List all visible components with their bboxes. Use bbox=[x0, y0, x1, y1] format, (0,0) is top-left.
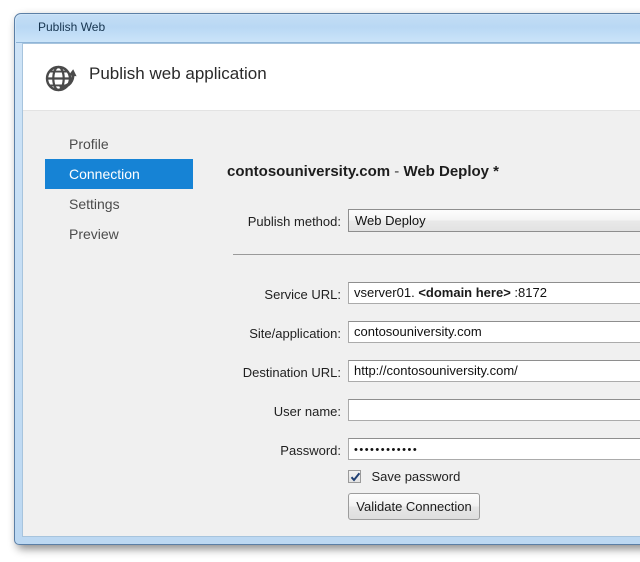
save-password-checkbox[interactable] bbox=[348, 470, 361, 483]
page-title-dirty-marker: * bbox=[489, 163, 499, 180]
dialog-header: Publish web application bbox=[23, 44, 640, 111]
service-url-value-prefix: vserver01. bbox=[354, 285, 418, 300]
sidebar-item-connection[interactable]: Connection bbox=[45, 159, 193, 189]
site-application-label: Site/application: bbox=[191, 326, 341, 341]
globe-publish-icon bbox=[43, 60, 79, 96]
page-title: contosouniversity.com - Web Deploy * bbox=[227, 163, 499, 180]
sidebar-item-settings[interactable]: Settings bbox=[45, 189, 193, 219]
password-label: Password: bbox=[191, 443, 341, 458]
site-application-input[interactable]: contosouniversity.com bbox=[348, 321, 640, 343]
save-password-row[interactable]: Save password bbox=[348, 468, 460, 486]
publish-method-value: Web Deploy bbox=[355, 213, 426, 228]
dialog-header-title: Publish web application bbox=[89, 64, 267, 84]
window-titlebar[interactable]: Publish Web bbox=[16, 15, 640, 43]
password-value: •••••••••••• bbox=[354, 444, 418, 456]
user-name-input[interactable] bbox=[348, 399, 640, 421]
sidebar-item-label: Settings bbox=[69, 196, 120, 212]
user-name-label: User name: bbox=[191, 404, 341, 419]
page-title-separator: - bbox=[390, 163, 403, 180]
service-url-label: Service URL: bbox=[191, 287, 341, 302]
service-url-value-suffix: :8172 bbox=[511, 285, 547, 300]
connection-settings-panel: contosouniversity.com - Web Deploy * Pub… bbox=[193, 111, 640, 536]
validate-connection-button[interactable]: Validate Connection bbox=[348, 493, 480, 520]
sidebar-item-label: Preview bbox=[69, 226, 119, 242]
section-divider bbox=[233, 254, 640, 255]
save-password-label: Save password bbox=[371, 469, 460, 484]
validate-connection-label: Validate Connection bbox=[349, 494, 479, 519]
page-title-profile: contosouniversity.com bbox=[227, 163, 390, 180]
sidebar-item-label: Connection bbox=[69, 166, 140, 182]
publish-method-label: Publish method: bbox=[191, 214, 341, 229]
window-title: Publish Web bbox=[38, 20, 105, 34]
sidebar-item-preview[interactable]: Preview bbox=[45, 219, 193, 249]
wizard-step-nav: Profile Connection Settings Preview bbox=[23, 111, 193, 536]
destination-url-value: http://contosouniversity.com/ bbox=[354, 363, 518, 378]
publish-web-dialog-window: Publish Web Publish web application bbox=[14, 13, 640, 545]
dialog-client-area: Publish web application Profile Connecti… bbox=[22, 43, 640, 537]
page-title-method: Web Deploy bbox=[403, 163, 489, 180]
desktop-background: Publish Web Publish web application bbox=[0, 0, 640, 562]
publish-method-select[interactable]: Web Deploy bbox=[348, 209, 640, 232]
sidebar-item-profile[interactable]: Profile bbox=[45, 129, 193, 159]
service-url-value-domain: <domain here> bbox=[418, 285, 510, 300]
destination-url-input[interactable]: http://contosouniversity.com/ bbox=[348, 360, 640, 382]
sidebar-item-label: Profile bbox=[69, 136, 109, 152]
destination-url-label: Destination URL: bbox=[191, 365, 341, 380]
password-input[interactable]: •••••••••••• bbox=[348, 438, 640, 460]
service-url-input[interactable]: vserver01. <domain here> :8172 bbox=[348, 282, 640, 304]
site-application-value: contosouniversity.com bbox=[354, 324, 482, 339]
